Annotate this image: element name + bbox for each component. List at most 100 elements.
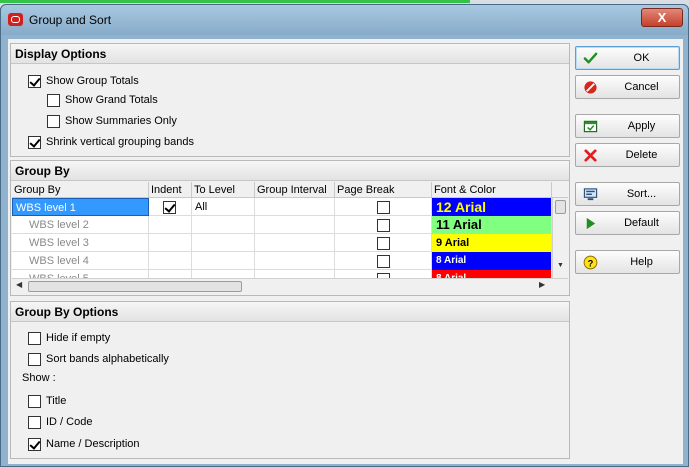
show-grand-totals-option[interactable]: Show Grand Totals	[47, 92, 158, 108]
delete-button-label: Delete	[625, 149, 658, 161]
font-color-cell[interactable]: 9 Arial	[432, 234, 552, 252]
group-and-sort-dialog: Group and Sort X Display Options Show Gr…	[0, 4, 689, 467]
sort-bands-option[interactable]: Sort bands alphabetically	[28, 351, 169, 367]
font-color-cell[interactable]: 11 Arial	[432, 216, 552, 234]
column-header-font-color[interactable]: Font & Color	[432, 182, 552, 198]
to-level-cell[interactable]	[192, 270, 255, 278]
vertical-scroll-thumb[interactable]	[555, 200, 566, 214]
show-grand-totals-checkbox[interactable]	[47, 93, 60, 107]
indent-cell[interactable]	[149, 270, 192, 278]
show-summaries-only-option[interactable]: Show Summaries Only	[47, 113, 177, 129]
column-header-indent[interactable]: Indent	[149, 182, 192, 198]
page-break-cell[interactable]	[335, 270, 432, 278]
show-name-description-option[interactable]: Name / Description	[28, 436, 140, 452]
group-by-cell[interactable]: WBS level 2	[12, 216, 149, 234]
show-title-option[interactable]: Title	[28, 393, 66, 409]
sort-bands-checkbox[interactable]	[28, 352, 41, 366]
table-horizontal-scrollbar[interactable]: ◀ ▶	[12, 278, 568, 294]
indent-cell[interactable]	[149, 216, 192, 234]
group-by-cell[interactable]: WBS level 3	[12, 234, 149, 252]
to-level-cell[interactable]	[192, 234, 255, 252]
group-by-panel: Group By Group By Indent To Level Group …	[10, 160, 570, 296]
indent-checkbox[interactable]	[163, 201, 176, 214]
delete-button[interactable]: Delete	[575, 143, 680, 167]
play-arrow-icon	[586, 217, 596, 230]
hide-if-empty-checkbox[interactable]	[28, 331, 41, 345]
font-color-cell[interactable]: 12 Arial	[432, 198, 552, 216]
scroll-right-arrow-icon[interactable]: ▶	[539, 280, 545, 289]
column-header-page-break[interactable]: Page Break	[335, 182, 432, 198]
group-interval-cell[interactable]	[255, 270, 335, 278]
page-break-cell[interactable]	[335, 234, 432, 252]
show-group-totals-checkbox[interactable]	[28, 74, 41, 88]
show-group-totals-option[interactable]: Show Group Totals	[28, 73, 139, 89]
table-row[interactable]: WBS level 1 All 12 Arial	[12, 198, 552, 216]
show-id-code-label: ID / Code	[46, 416, 93, 428]
font-color-cell[interactable]: 8 Arial	[432, 270, 552, 278]
page-break-cell[interactable]	[335, 216, 432, 234]
page-break-cell[interactable]	[335, 198, 432, 216]
show-id-code-checkbox[interactable]	[28, 415, 41, 429]
hide-if-empty-option[interactable]: Hide if empty	[28, 330, 110, 346]
shrink-bands-checkbox[interactable]	[28, 135, 41, 149]
group-interval-cell[interactable]	[255, 198, 335, 216]
show-id-code-option[interactable]: ID / Code	[28, 414, 92, 430]
table-row[interactable]: WBS level 2 11 Arial	[12, 216, 552, 234]
apply-window-icon	[583, 120, 598, 133]
table-row[interactable]: WBS level 5 8 Arial	[12, 270, 552, 278]
indent-cell[interactable]	[149, 234, 192, 252]
sort-button-label: Sort...	[626, 188, 657, 200]
group-interval-cell[interactable]	[255, 252, 335, 270]
show-summaries-only-checkbox[interactable]	[47, 114, 60, 128]
show-title-checkbox[interactable]	[28, 394, 41, 408]
page-break-checkbox[interactable]	[377, 219, 390, 232]
shrink-bands-label: Shrink vertical grouping bands	[46, 136, 194, 148]
window-title: Group and Sort	[29, 13, 112, 27]
oracle-app-icon	[8, 13, 23, 26]
scroll-down-arrow-icon[interactable]: ▼	[557, 262, 564, 269]
page-break-checkbox[interactable]	[377, 237, 390, 250]
default-button[interactable]: Default	[575, 211, 680, 235]
sort-monitor-icon	[583, 188, 598, 201]
group-by-cell[interactable]: WBS level 5	[12, 270, 149, 278]
column-header-group-interval[interactable]: Group Interval	[255, 182, 335, 198]
show-title-label: Title	[46, 395, 67, 407]
page-break-checkbox[interactable]	[377, 255, 390, 268]
title-bar[interactable]: Group and Sort X	[1, 5, 688, 35]
help-question-icon: ?	[583, 255, 598, 270]
ok-button[interactable]: OK	[575, 46, 680, 70]
hide-if-empty-label: Hide if empty	[46, 332, 111, 344]
to-level-cell[interactable]: All	[192, 198, 255, 216]
indent-cell[interactable]	[149, 198, 192, 216]
group-by-table: Group By Indent To Level Group Interval …	[12, 182, 568, 278]
table-vertical-scrollbar[interactable]: ▼	[552, 198, 568, 278]
shrink-bands-option[interactable]: Shrink vertical grouping bands	[28, 134, 194, 150]
display-options-panel: Display Options Show Group Totals Show G…	[10, 43, 570, 157]
to-level-cell[interactable]	[192, 252, 255, 270]
page-break-cell[interactable]	[335, 252, 432, 270]
group-by-header: Group By	[11, 161, 569, 181]
table-row[interactable]: WBS level 3 9 Arial	[12, 234, 552, 252]
column-header-group-by[interactable]: Group By	[12, 182, 149, 198]
column-header-to-level[interactable]: To Level	[192, 182, 255, 198]
help-button[interactable]: ? Help	[575, 250, 680, 274]
group-by-cell[interactable]: WBS level 1	[12, 198, 149, 216]
to-level-cell[interactable]	[192, 216, 255, 234]
no-entry-icon	[584, 81, 597, 94]
group-interval-cell[interactable]	[255, 234, 335, 252]
group-interval-cell[interactable]	[255, 216, 335, 234]
show-name-description-checkbox[interactable]	[28, 437, 41, 451]
group-by-options-header: Group By Options	[11, 302, 569, 322]
font-color-cell[interactable]: 8 Arial	[432, 252, 552, 270]
horizontal-scroll-thumb[interactable]	[28, 281, 242, 292]
sort-button[interactable]: Sort...	[575, 182, 680, 206]
group-by-cell[interactable]: WBS level 4	[12, 252, 149, 270]
cancel-button[interactable]: Cancel	[575, 75, 680, 99]
table-row[interactable]: WBS level 4 8 Arial	[12, 252, 552, 270]
indent-cell[interactable]	[149, 252, 192, 270]
scroll-left-arrow-icon[interactable]: ◀	[16, 280, 22, 289]
page-break-checkbox[interactable]	[377, 201, 390, 214]
show-group-totals-label: Show Group Totals	[46, 75, 139, 87]
apply-button[interactable]: Apply	[575, 114, 680, 138]
close-button[interactable]: X	[641, 8, 683, 27]
